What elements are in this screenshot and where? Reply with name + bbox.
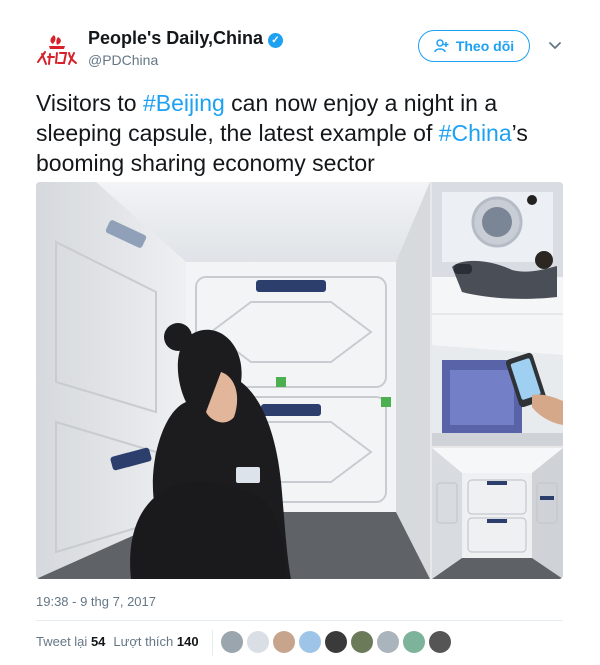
likes-stat[interactable]: Lượt thích 140 bbox=[113, 634, 198, 649]
liker-avatar[interactable] bbox=[429, 631, 451, 653]
follow-button-label: Theo dõi bbox=[455, 38, 515, 54]
media-grid bbox=[36, 182, 563, 579]
author-name[interactable]: People's Daily,China ✓ bbox=[88, 28, 283, 49]
hashtag-beijing-link[interactable]: #Beijing bbox=[143, 90, 225, 116]
liker-avatar[interactable] bbox=[221, 631, 243, 653]
author-handle[interactable]: @PDChina bbox=[88, 52, 158, 68]
verified-badge-icon: ✓ bbox=[268, 33, 283, 48]
man-in-capsule-photo[interactable] bbox=[432, 182, 563, 313]
likes-label: Lượt thích bbox=[113, 634, 174, 649]
add-user-icon bbox=[434, 39, 449, 53]
follow-button[interactable]: Theo dõi bbox=[418, 30, 530, 62]
liker-avatar[interactable] bbox=[403, 631, 425, 653]
liker-avatar[interactable] bbox=[325, 631, 347, 653]
stats-divider bbox=[212, 630, 213, 656]
author-name-text[interactable]: People's Daily,China bbox=[88, 28, 263, 48]
liker-avatar[interactable] bbox=[377, 631, 399, 653]
tweet-text-part: Visitors to bbox=[36, 90, 143, 116]
liker-avatar[interactable] bbox=[247, 631, 269, 653]
retweets-count: 54 bbox=[90, 634, 106, 649]
tweet-text: Visitors to #Beijing can now enjoy a nig… bbox=[36, 88, 576, 178]
chevron-down-icon[interactable] bbox=[546, 36, 564, 54]
capsule-interior-phone-photo[interactable] bbox=[432, 315, 563, 446]
divider bbox=[36, 620, 563, 621]
liker-avatar[interactable] bbox=[273, 631, 295, 653]
tweet-header: People's Daily,China ✓ @PDChina Theo dõi bbox=[36, 26, 576, 72]
peoples-daily-logo[interactable] bbox=[36, 32, 78, 68]
likes-count: 140 bbox=[176, 634, 199, 649]
liker-avatars bbox=[221, 631, 451, 653]
hashtag-china-link[interactable]: #China bbox=[439, 120, 512, 146]
capsule-corridor-photo[interactable] bbox=[432, 448, 563, 579]
capsule-hotel-woman-photo[interactable] bbox=[36, 182, 430, 579]
liker-avatar[interactable] bbox=[351, 631, 373, 653]
retweets-label: Tweet lại bbox=[36, 634, 88, 649]
tweet-stats: Tweet lại 54 Lượt thích 140 bbox=[36, 634, 199, 649]
tweet-timestamp[interactable]: 19:38 - 9 thg 7, 2017 bbox=[36, 594, 156, 609]
retweets-stat[interactable]: Tweet lại 54 bbox=[36, 634, 105, 649]
liker-avatar[interactable] bbox=[299, 631, 321, 653]
